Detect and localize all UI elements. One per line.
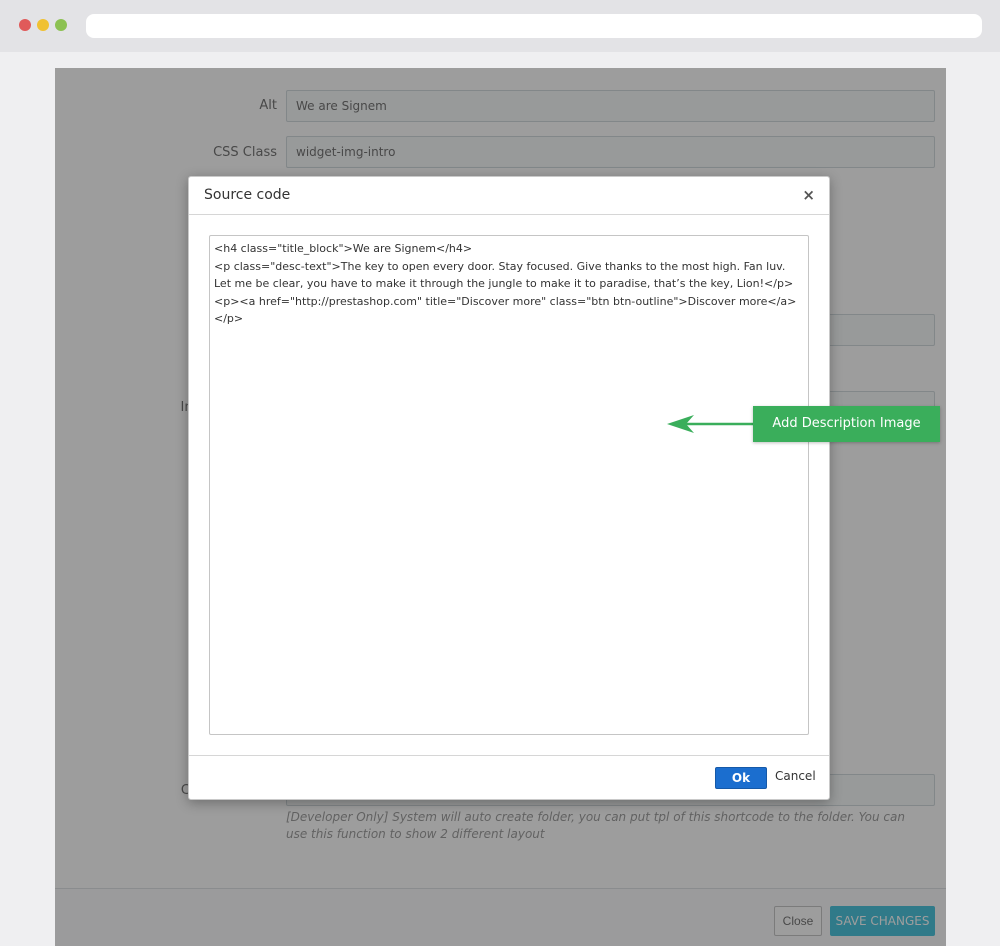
ok-button[interactable]: Ok	[715, 767, 767, 789]
arrow-left-icon	[667, 415, 756, 433]
annotation-callout: Add Description Image	[753, 406, 940, 442]
address-bar[interactable]	[86, 14, 982, 38]
window-close-dot[interactable]	[19, 19, 31, 31]
cancel-button[interactable]: Cancel	[775, 769, 816, 783]
window-minimize-dot[interactable]	[37, 19, 49, 31]
dialog-footer: Ok Cancel	[189, 755, 829, 799]
source-code-textarea[interactable]: <h4 class="title_block">We are Signem</h…	[209, 235, 809, 735]
dialog-header: Source code ×	[189, 177, 829, 215]
dialog-title: Source code	[204, 187, 291, 203]
source-code-dialog: Source code × <h4 class="title_block">We…	[188, 176, 830, 800]
window-maximize-dot[interactable]	[55, 19, 67, 31]
browser-chrome	[0, 0, 1000, 52]
close-icon[interactable]: ×	[802, 186, 815, 204]
